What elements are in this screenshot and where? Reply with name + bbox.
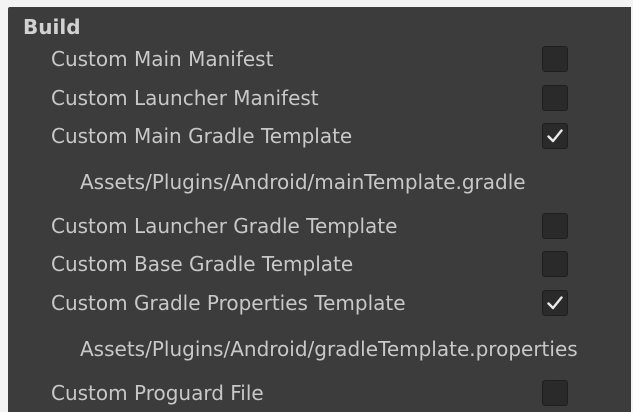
option-label: Custom Launcher Manifest <box>51 86 319 110</box>
custom-main-gradle-template-checkbox[interactable] <box>542 123 568 149</box>
section-title: Build <box>23 15 81 39</box>
checkmark-icon <box>547 129 563 143</box>
option-label: Custom Proguard File <box>51 381 264 405</box>
custom-base-gradle-template-checkbox[interactable] <box>542 251 568 277</box>
option-row-custom-main-manifest: Custom Main Manifest <box>8 42 631 76</box>
option-row-custom-proguard-file: Custom Proguard File <box>8 376 631 410</box>
main-gradle-template-path: Assets/Plugins/Android/mainTemplate.grad… <box>80 170 526 194</box>
option-label: Custom Base Gradle Template <box>51 252 354 276</box>
option-label: Custom Main Gradle Template <box>51 124 353 148</box>
gradle-properties-template-path: Assets/Plugins/Android/gradleTemplate.pr… <box>80 337 578 361</box>
checkmark-icon <box>547 296 563 310</box>
build-settings-panel: Build Custom Main Manifest Custom Launch… <box>8 7 631 412</box>
option-label: Custom Main Manifest <box>51 47 274 71</box>
option-row-custom-base-gradle-template: Custom Base Gradle Template <box>8 247 631 281</box>
option-row-custom-launcher-gradle-template: Custom Launcher Gradle Template <box>8 209 631 243</box>
option-label: Custom Launcher Gradle Template <box>51 214 398 238</box>
custom-proguard-file-checkbox[interactable] <box>542 380 568 406</box>
option-label: Custom Gradle Properties Template <box>51 291 406 315</box>
option-row-custom-launcher-manifest: Custom Launcher Manifest <box>8 81 631 115</box>
option-row-custom-gradle-properties-template: Custom Gradle Properties Template <box>8 286 631 320</box>
custom-launcher-gradle-template-checkbox[interactable] <box>542 213 568 239</box>
custom-launcher-manifest-checkbox[interactable] <box>542 85 568 111</box>
option-row-custom-main-gradle-template: Custom Main Gradle Template <box>8 119 631 153</box>
custom-gradle-properties-template-checkbox[interactable] <box>542 290 568 316</box>
custom-main-manifest-checkbox[interactable] <box>542 46 568 72</box>
